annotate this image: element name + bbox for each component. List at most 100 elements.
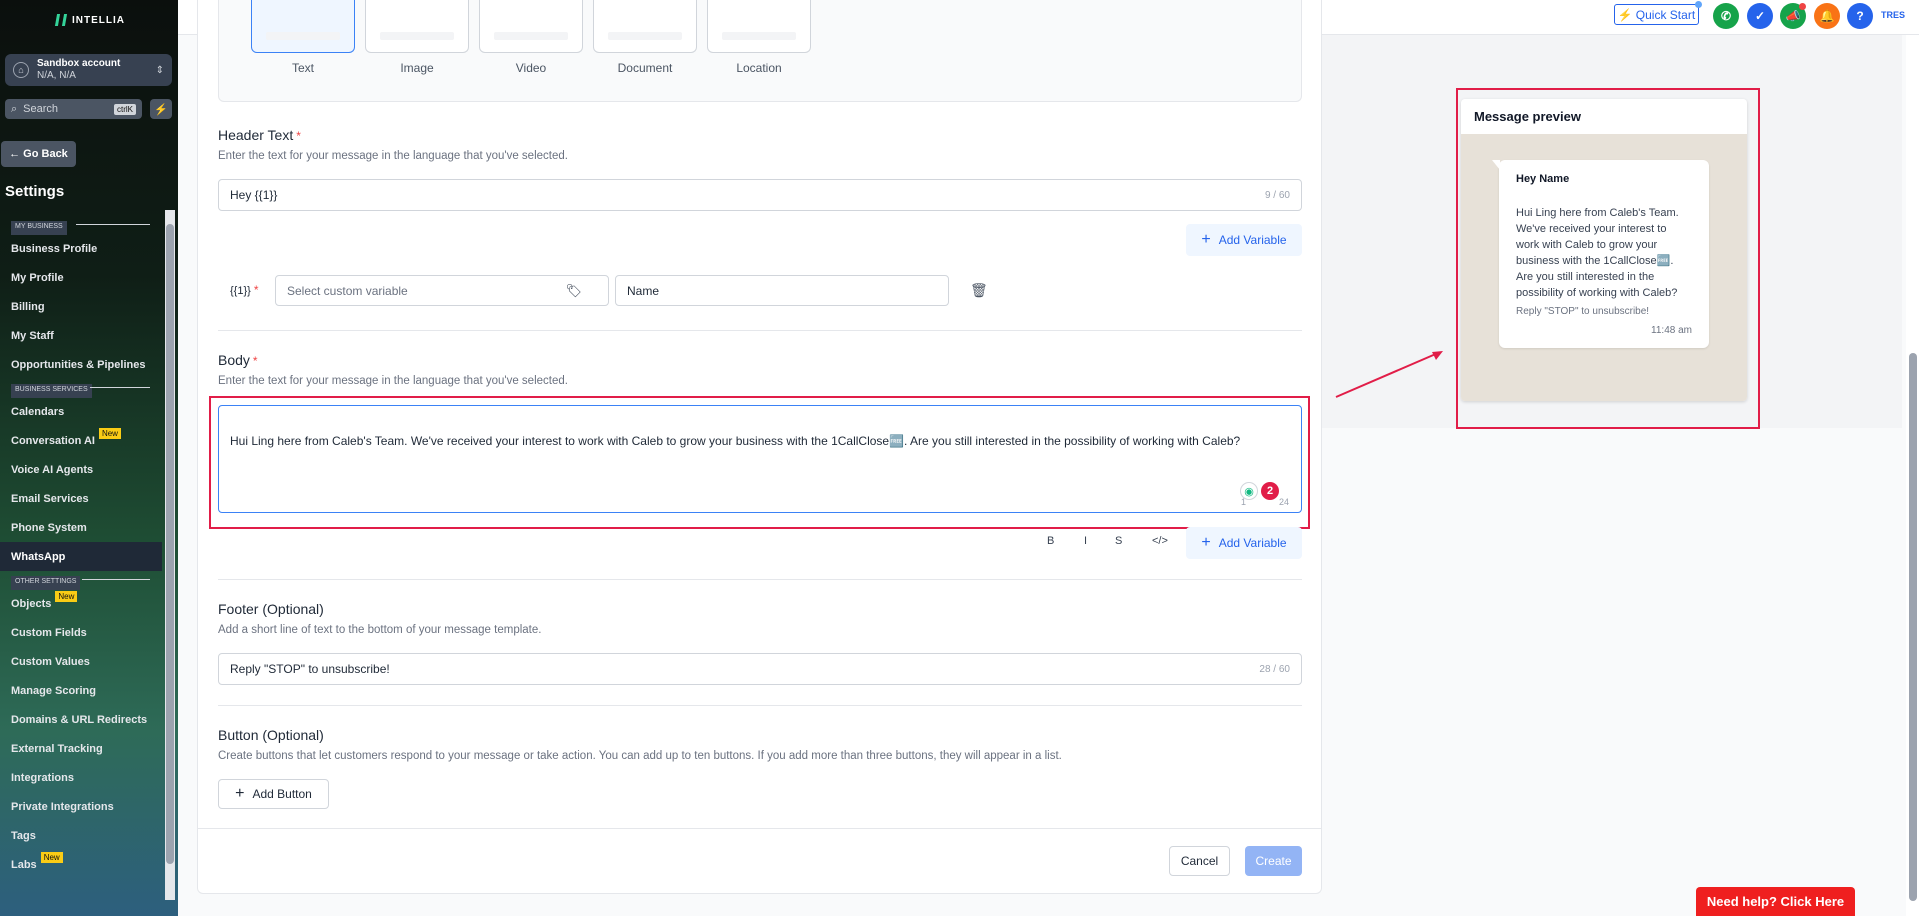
nav-voice-ai-agents[interactable]: Voice AI Agents (0, 455, 162, 484)
account-location: N/A, N/A (37, 70, 76, 81)
type-label-text: Text (291, 61, 314, 75)
body-title-label: Body (218, 352, 250, 368)
megaphone-icon[interactable]: 📣 (1780, 3, 1806, 29)
nav-tags[interactable]: Tags (0, 821, 162, 850)
account-name: Sandbox account (37, 58, 121, 69)
section-business-services: BUSINESS SERVICES (11, 384, 92, 398)
nav-opportunities[interactable]: Opportunities & Pipelines (0, 350, 162, 379)
user-avatar[interactable]: TRES (1881, 10, 1905, 20)
search-input[interactable]: ⌕ Search ctrlK (5, 99, 142, 119)
header-type-location[interactable] (707, 0, 811, 53)
header-type-image[interactable] (365, 0, 469, 53)
go-back-label: Go Back (23, 148, 68, 160)
nav-external-tracking[interactable]: External Tracking (0, 734, 162, 763)
header-add-variable-button[interactable]: + Add Variable (1186, 224, 1302, 256)
nav-objects[interactable]: Objects New (0, 589, 162, 618)
required-mark: * (252, 354, 258, 368)
variable-token: {{1}} * (230, 283, 259, 297)
format-code-button[interactable]: </> (1152, 535, 1168, 547)
variable-token-label: {{1}} (230, 285, 251, 297)
nav-custom-values[interactable]: Custom Values (0, 647, 162, 676)
nav-my-profile[interactable]: My Profile (0, 263, 162, 292)
page-scrollbar[interactable] (1906, 35, 1919, 916)
nav-private-integrations[interactable]: Private Integrations (0, 792, 162, 821)
sidebar-scrollbar[interactable] (165, 210, 175, 900)
add-button-label: Add Button (252, 787, 312, 801)
search-placeholder: Search (23, 103, 59, 115)
header-type-text[interactable] (251, 0, 355, 53)
annotation-arrow (1335, 351, 1443, 398)
required-mark: * (296, 129, 301, 143)
add-variable-label: Add Variable (1218, 536, 1287, 550)
annotation-highlight-preview (1456, 88, 1760, 429)
nav-domains[interactable]: Domains & URL Redirects (0, 705, 162, 734)
type-label-document: Document (617, 61, 673, 75)
header-text-description: Enter the text for your message in the l… (218, 150, 568, 162)
footer-value: Reply "STOP" to unsubscribe! (230, 662, 390, 676)
button-section-title: Button (Optional) (218, 727, 324, 743)
footer-description: Add a short line of text to the bottom o… (218, 624, 542, 636)
format-bold-button[interactable]: B (1047, 535, 1054, 547)
create-button[interactable]: Create (1245, 846, 1302, 876)
sidebar-scroll-thumb[interactable] (166, 224, 174, 864)
custom-variable-select[interactable]: Select custom variable 🏷 (275, 275, 609, 306)
cancel-button[interactable]: Cancel (1169, 846, 1230, 876)
add-variable-label: Add Variable (1218, 233, 1287, 247)
nav-integrations[interactable]: Integrations (0, 763, 162, 792)
add-button-button[interactable]: + Add Button (218, 779, 329, 809)
account-icon: ⌂ (13, 62, 29, 78)
tasks-icon[interactable]: ✓ (1747, 3, 1773, 29)
trash-icon[interactable]: 🗑 (970, 282, 988, 299)
plus-icon: + (235, 785, 245, 802)
notification-dot (1695, 1, 1702, 8)
variable-sample-input[interactable]: Name (615, 275, 949, 306)
brand-logo[interactable]: INTELLIA (54, 14, 125, 26)
section-other-settings: OTHER SETTINGS (11, 576, 81, 590)
variable-sample-value: Name (627, 283, 660, 298)
nav-labs[interactable]: Labs New (0, 850, 162, 879)
settings-title: Settings (5, 183, 65, 200)
nav-calendars[interactable]: Calendars (0, 397, 162, 426)
nav-business-profile[interactable]: Business Profile (0, 234, 162, 263)
nav-labs-label: Labs (11, 858, 37, 871)
nav-phone-system[interactable]: Phone System (0, 513, 162, 542)
nav-my-staff[interactable]: My Staff (0, 321, 162, 350)
header-text-input[interactable]: Hey {{1}} 9 / 60 (218, 179, 1302, 211)
quick-action-button[interactable]: ⚡ (150, 99, 172, 119)
nav-email-services[interactable]: Email Services (0, 484, 162, 513)
format-italic-button[interactable]: I (1084, 535, 1087, 547)
new-badge: New (98, 428, 121, 439)
go-back-button[interactable]: ← Go Back (1, 141, 76, 167)
nav-whatsapp[interactable]: WhatsApp (0, 542, 162, 571)
section-divider (218, 705, 1302, 706)
account-switcher[interactable]: ⌂ Sandbox account N/A, N/A ⇕ (5, 54, 172, 86)
nav-custom-fields[interactable]: Custom Fields (0, 618, 162, 647)
header-type-document[interactable] (593, 0, 697, 53)
header-type-selector: Text Image Video Document Location (218, 0, 1302, 102)
new-badge: New (55, 591, 78, 602)
help-icon[interactable]: ? (1847, 3, 1873, 29)
brand-name: INTELLIA (72, 14, 125, 26)
body-add-variable-button[interactable]: + Add Variable (1186, 527, 1302, 559)
nav-conversation-ai[interactable]: Conversation AI New (0, 426, 162, 455)
nav-objects-label: Objects (11, 597, 52, 610)
custom-variable-placeholder: Select custom variable (287, 283, 408, 298)
bell-icon[interactable]: 🔔 (1814, 3, 1840, 29)
quick-start-button[interactable]: ⚡ Quick Start (1614, 1, 1702, 25)
section-my-business: MY BUSINESS (11, 221, 67, 235)
quick-start-label: Quick Start (1635, 7, 1696, 22)
phone-icon[interactable]: ✆ (1713, 3, 1739, 29)
nav-billing[interactable]: Billing (0, 292, 162, 321)
nav-conversation-ai-label: Conversation AI (11, 434, 95, 447)
arrow-left-icon: ← (9, 148, 21, 160)
need-help-button[interactable]: Need help? Click Here (1696, 887, 1855, 916)
format-strike-button[interactable]: S (1115, 535, 1122, 547)
annotation-highlight-body (209, 396, 1310, 529)
required-mark: * (253, 283, 259, 297)
nav-manage-scoring[interactable]: Manage Scoring (0, 676, 162, 705)
header-type-video[interactable] (479, 0, 583, 53)
page-scroll-thumb[interactable] (1909, 353, 1917, 901)
footer-input[interactable]: Reply "STOP" to unsubscribe! 28 / 60 (218, 653, 1302, 685)
bolt-icon: ⚡ (1617, 7, 1633, 22)
footer-divider (197, 828, 1322, 829)
